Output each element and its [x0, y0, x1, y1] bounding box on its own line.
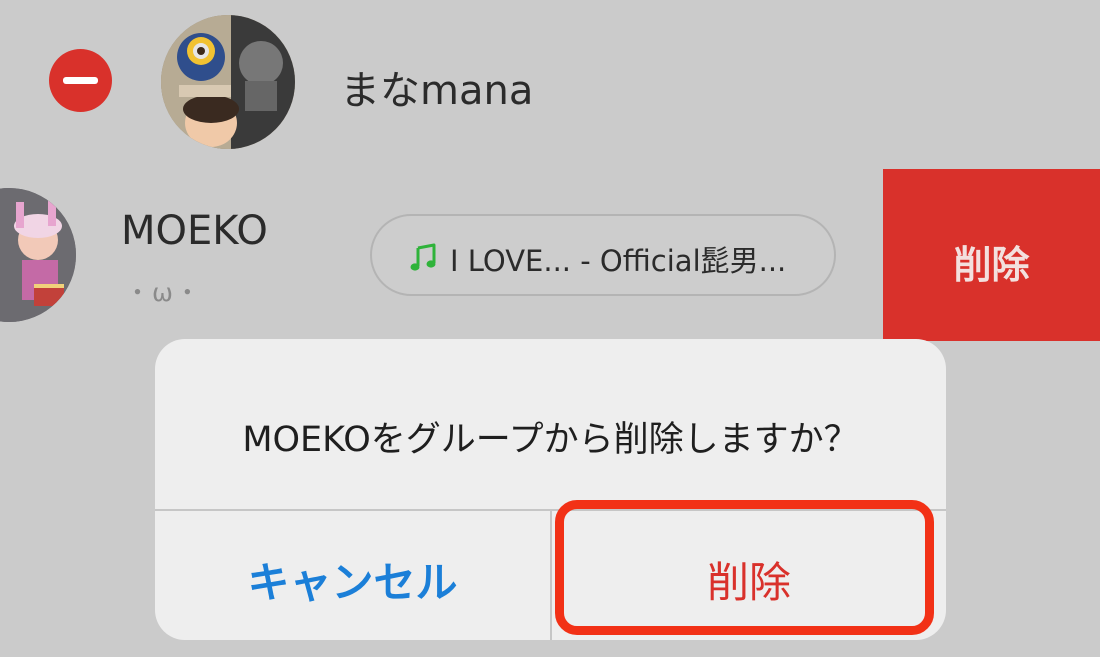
music-status-pill[interactable]: I LOVE... - Official髭男...: [370, 214, 836, 296]
swipe-delete-label: 削除: [953, 243, 1030, 287]
cancel-button-label: キャンセル: [247, 558, 458, 607]
avatar-mana: [161, 15, 295, 149]
member-name: まなmana: [340, 68, 534, 114]
confirm-delete-label: 削除: [706, 558, 791, 607]
minus-circle-icon: [63, 77, 98, 84]
music-note-icon: [410, 243, 436, 271]
member-status: ・ω・: [125, 278, 202, 307]
confirm-delete-button[interactable]: 削除: [552, 511, 946, 640]
member-name: MOEKO: [121, 208, 268, 254]
avatar-photo: [161, 15, 295, 149]
delete-confirmation-dialog: MOEKOをグループから削除しますか？ キャンセル 削除: [155, 339, 946, 640]
dialog-message: MOEKOをグループから削除しますか？: [242, 420, 859, 460]
group-members-screen: まなmana MOEKO ・ω・ I LOVE... - Official髭男.…: [0, 0, 1100, 657]
remove-member-button[interactable]: [49, 49, 112, 112]
cancel-button[interactable]: キャンセル: [155, 511, 550, 640]
swipe-delete-button[interactable]: 削除: [883, 169, 1100, 341]
music-title: I LOVE... - Official髭男...: [450, 244, 787, 278]
